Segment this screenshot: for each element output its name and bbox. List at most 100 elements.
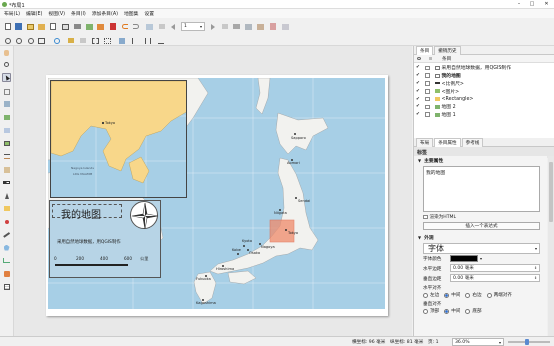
check-icon[interactable]: ✔ (416, 97, 421, 102)
list-item[interactable]: ✔ 地图 2 (416, 103, 554, 111)
lock-items-icon[interactable] (66, 36, 75, 45)
page-number-field[interactable]: 1 ▾ (181, 22, 205, 31)
atlas-svg-icon[interactable] (256, 22, 265, 31)
menu-add-item[interactable]: 添加条目(A) (92, 10, 118, 17)
list-item[interactable]: ✔ 采用自然地球数据，用QGIS制作 (416, 64, 554, 72)
color-dropdown-icon[interactable]: ▾ (480, 256, 482, 261)
check-icon[interactable]: ✔ (416, 81, 421, 86)
render-html-checkbox[interactable] (423, 214, 428, 220)
close-button[interactable]: ✕ (540, 0, 553, 9)
zoom-in-icon[interactable] (3, 36, 12, 45)
move-content-icon[interactable] (2, 99, 11, 108)
tab-undo-history[interactable]: 撤销历史 (434, 46, 461, 55)
scale-bar[interactable]: 0 200 400 600 公里 (54, 256, 160, 274)
lock-checkbox[interactable] (425, 81, 430, 86)
add-label-icon[interactable] (2, 152, 11, 161)
layout-manager-icon[interactable] (37, 22, 46, 31)
print-atlas-icon[interactable] (232, 22, 241, 31)
title-box[interactable]: 我的地图 采用自然地球数据，用QGIS制作 0 200 400 600 公里 (49, 200, 161, 278)
resize-icon[interactable] (156, 36, 165, 45)
lock-checkbox[interactable] (425, 96, 430, 102)
add-3d-map-icon[interactable] (2, 126, 11, 135)
add-html-icon[interactable] (2, 269, 11, 278)
previous-feature-icon[interactable] (168, 22, 177, 31)
main-props-header[interactable]: ▼ 主要属性 (414, 156, 547, 164)
first-feature-icon[interactable] (157, 22, 166, 31)
title-label-frame[interactable]: 我的地图 (52, 204, 122, 221)
check-icon[interactable]: ✔ (416, 89, 421, 94)
layout-canvas[interactable]: Sapporo Sendai Tokyo Nagoya Kyoto Kobe O… (14, 46, 412, 336)
add-picture-icon[interactable] (2, 139, 11, 148)
menu-edit[interactable]: 编辑(E) (26, 10, 42, 17)
add-table-icon[interactable] (2, 282, 11, 291)
h-margin-spinbox[interactable]: 0.00 毫米 ⇕ (450, 264, 540, 272)
inset-map[interactable]: Tokyo Nagoya Islands LDG MAAMM (50, 80, 187, 198)
add-arrow-icon[interactable] (2, 230, 11, 239)
atlas-export-icon[interactable] (244, 22, 253, 31)
insert-expression-button[interactable]: 插入一个表达式 (423, 222, 540, 230)
tab-item-properties[interactable]: 条目属性 (434, 138, 461, 147)
lock-checkbox[interactable] (425, 65, 430, 71)
atlas-settings-icon[interactable] (281, 22, 290, 31)
maximize-button[interactable]: □ (526, 0, 538, 9)
zoom-combo[interactable]: 36.0% ▾ (452, 338, 504, 346)
label-text-area[interactable]: 我的地图 (423, 166, 540, 212)
lock-checkbox[interactable] (425, 104, 430, 110)
add-shape-icon[interactable] (2, 204, 11, 213)
zoom-out-icon[interactable] (14, 36, 23, 45)
h-align-left-radio[interactable]: 左边 (423, 292, 439, 298)
zoom-tool-icon[interactable] (2, 60, 11, 69)
new-layout-icon[interactable] (3, 22, 12, 31)
export-image-icon[interactable] (85, 22, 94, 31)
list-item[interactable]: ✔ <图片> (416, 87, 554, 95)
duplicate-icon[interactable] (26, 22, 35, 31)
template-icon[interactable] (48, 22, 57, 31)
last-feature-icon[interactable] (220, 22, 229, 31)
menu-settings[interactable]: 设置 (144, 10, 154, 17)
redo-icon[interactable] (131, 22, 140, 31)
pan-icon[interactable] (2, 48, 11, 57)
lock-checkbox[interactable] (425, 73, 430, 78)
add-polygon-icon[interactable] (2, 243, 11, 252)
save-icon[interactable] (14, 22, 23, 31)
print-icon[interactable] (73, 22, 82, 31)
list-item[interactable]: ✔ 地图 1 (416, 111, 554, 119)
list-item[interactable]: ✔ <比例尺> (416, 80, 554, 88)
check-icon[interactable]: ✔ (416, 73, 421, 78)
menu-layout[interactable]: 布局(L) (4, 10, 20, 17)
check-icon[interactable]: ✔ (416, 112, 421, 117)
scrollbar-thumb[interactable] (549, 162, 553, 222)
font-selector[interactable]: 字体 ▾ (423, 243, 540, 254)
zoom-full-icon[interactable] (37, 36, 46, 45)
atlas-pdf-icon[interactable] (268, 22, 277, 31)
distribute-icon[interactable] (143, 36, 152, 45)
menu-item[interactable]: 条目(I) (71, 10, 86, 17)
next-feature-icon[interactable] (208, 22, 217, 31)
v-margin-spinbox[interactable]: 0.00 毫米 ⇕ (450, 274, 540, 282)
undo-icon[interactable] (120, 22, 129, 31)
zoom-actual-icon[interactable] (26, 36, 35, 45)
minimize-button[interactable]: – (513, 0, 525, 9)
page-setup-icon[interactable] (61, 22, 70, 31)
north-arrow[interactable] (130, 201, 159, 230)
check-icon[interactable]: ✔ (416, 104, 421, 109)
h-align-justify-radio[interactable]: 两端对齐 (486, 292, 512, 298)
zoom-slider[interactable] (508, 339, 550, 345)
atlas-preview-icon[interactable] (145, 22, 154, 31)
tab-layout[interactable]: 布局 (416, 138, 434, 147)
menu-atlas[interactable]: 地图集 (124, 10, 138, 17)
v-align-middle-radio[interactable]: 中间 (444, 308, 460, 314)
list-item[interactable]: ✔ 我的地图 (416, 72, 554, 80)
export-pdf-icon[interactable] (108, 22, 117, 31)
export-svg-icon[interactable] (96, 22, 105, 31)
group-icon[interactable] (91, 36, 100, 45)
align-left-icon[interactable] (130, 36, 139, 45)
select-tool-icon[interactable] (2, 73, 11, 82)
zoom-slider-handle[interactable] (525, 339, 529, 345)
ungroup-icon[interactable] (103, 36, 112, 45)
check-icon[interactable]: ✔ (416, 65, 421, 70)
menu-view[interactable]: 视图(V) (48, 10, 65, 17)
add-north-arrow-icon[interactable] (2, 191, 11, 200)
add-marker-icon[interactable] (2, 217, 11, 226)
tab-guides[interactable]: 参考线 (461, 138, 484, 147)
